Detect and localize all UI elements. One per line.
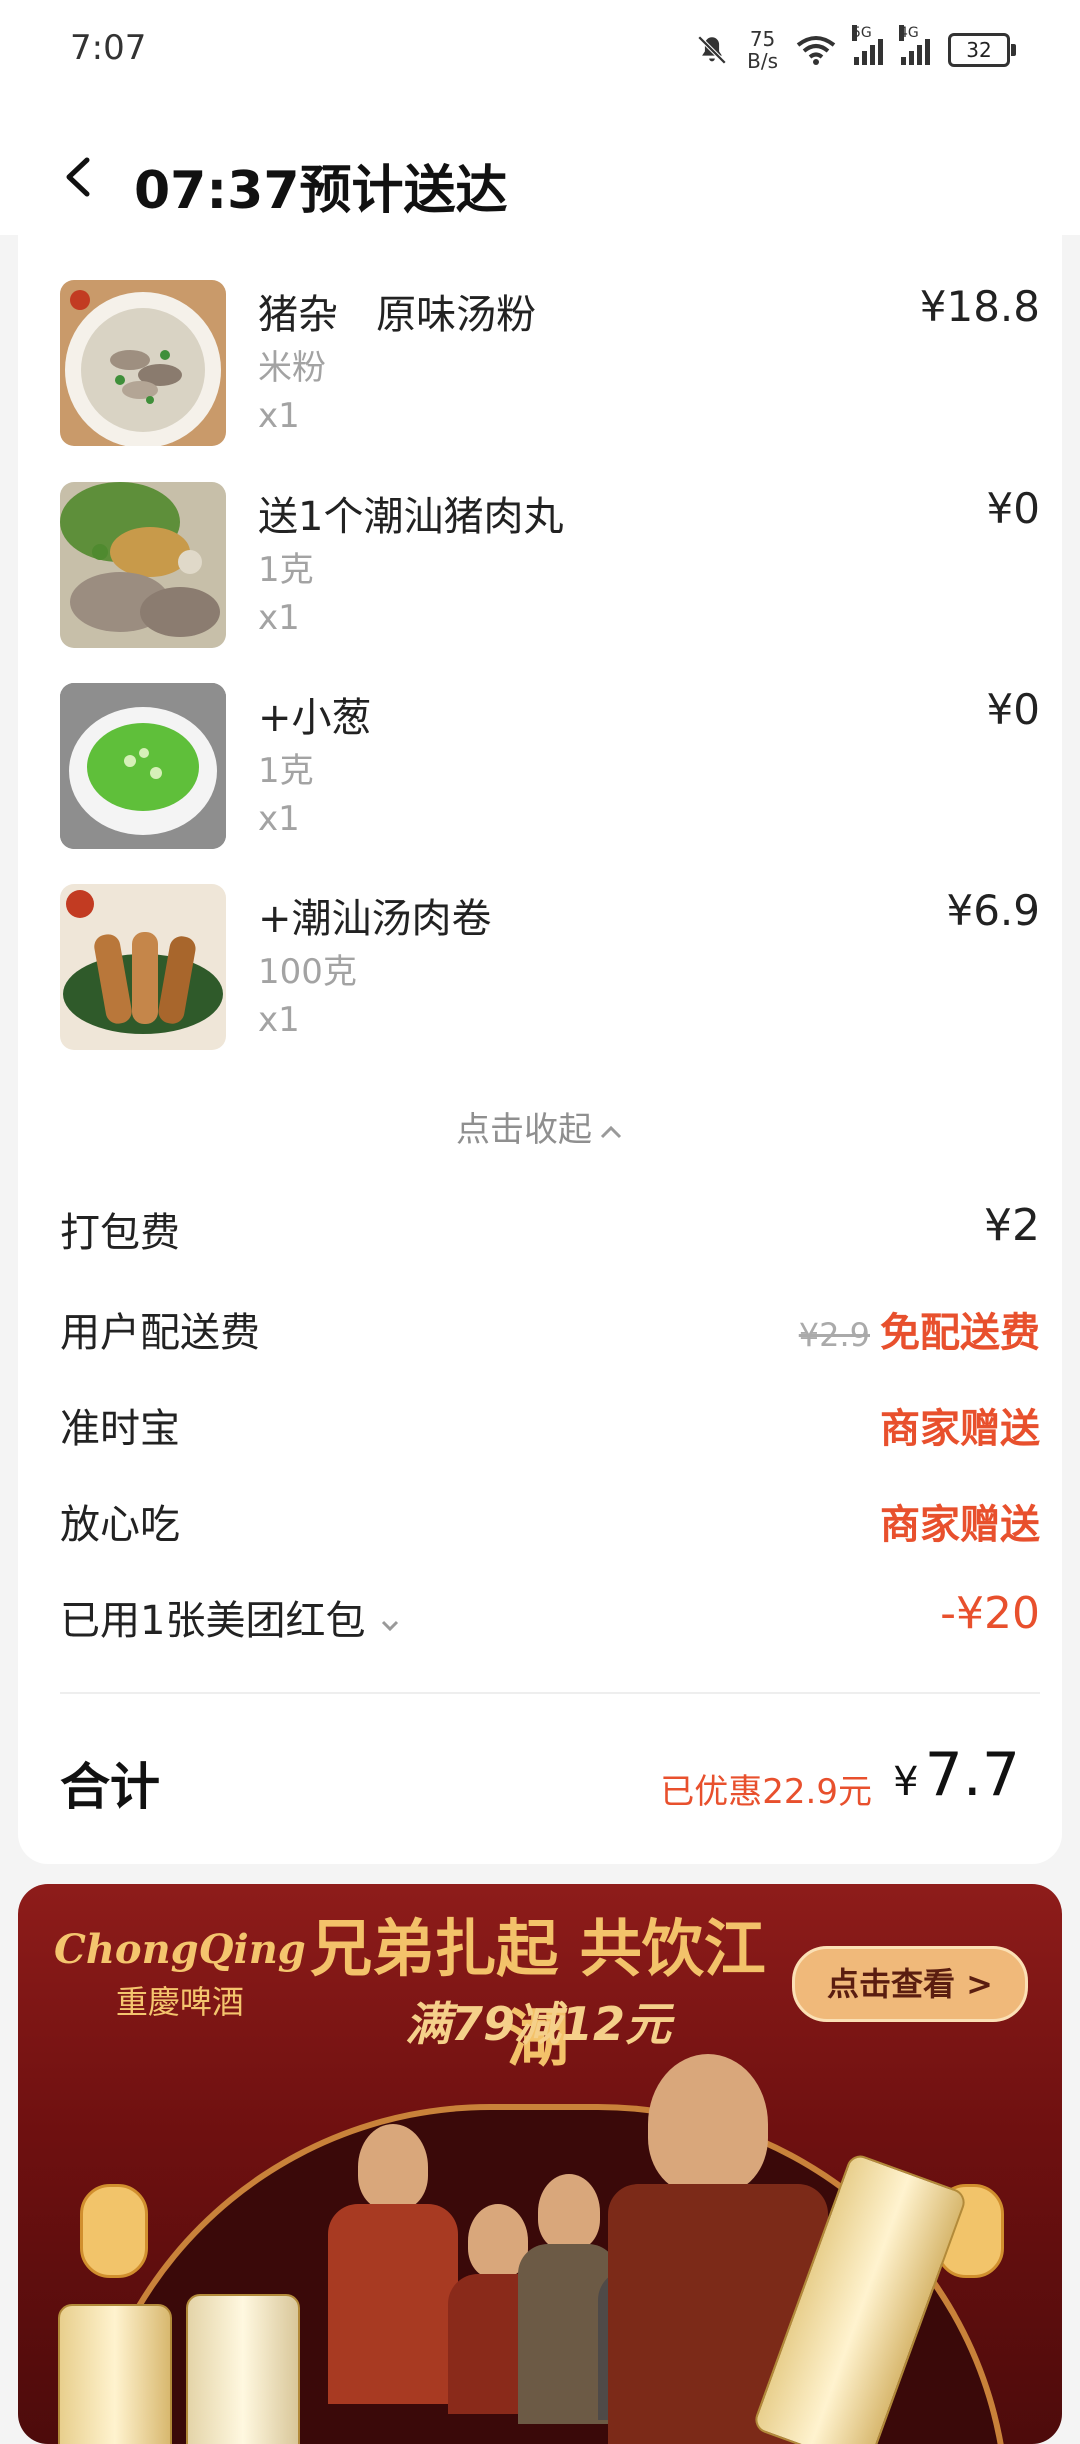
collapse-button[interactable]: 点击收起 xyxy=(18,1102,1062,1151)
divider xyxy=(60,1692,1040,1694)
food-thumbnail xyxy=(60,884,226,1050)
item-name: 送1个潮汕猪肉丸 xyxy=(258,494,564,540)
fee-value: ¥2 xyxy=(984,1200,1040,1251)
status-bar: 7:07 75 B/s 5G 4G 32 xyxy=(0,0,1080,100)
person-figure xyxy=(328,2204,458,2404)
order-item[interactable]: 送1个潮汕猪肉丸 1克 x1 ¥0 xyxy=(60,482,1040,652)
red-packet-label: 已用1张美团红包 xyxy=(60,1598,366,1644)
wifi-icon xyxy=(796,36,836,65)
beer-can-icon xyxy=(186,2294,300,2444)
person-figure xyxy=(538,2174,600,2250)
currency-symbol: ¥ xyxy=(893,1759,919,1805)
food-thumbnail xyxy=(60,280,226,446)
red-packet-row[interactable]: 已用1张美团红包 -¥20 xyxy=(60,1588,1040,1648)
net-speed: 75 B/s xyxy=(747,28,778,72)
total-amount: 7.7 xyxy=(924,1740,1020,1810)
signal-4g-icon: 4G xyxy=(899,25,930,65)
free-delivery-label: 免配送费 xyxy=(880,1310,1040,1356)
fee-label: 打包费 xyxy=(60,1210,180,1256)
view-ad-button[interactable]: 点击查看 > xyxy=(792,1946,1028,2022)
back-button[interactable] xyxy=(55,152,105,202)
beer-can-icon xyxy=(58,2304,172,2444)
item-quantity: x1 xyxy=(258,396,300,436)
header: 07:37预计送达 xyxy=(0,100,1080,235)
item-spec: 1克 xyxy=(258,751,314,791)
beer-ad-banner[interactable]: ChongQing 重慶啤酒 兄弟扎起 共饮江湖 满79减12元 点击查看 > xyxy=(18,1884,1062,2444)
signal-4g-label: 4G xyxy=(899,25,919,41)
order-card: 猪杂 原味汤粉 米粉 x1 ¥18.8 送1个潮汕猪肉丸 1克 x1 ¥0 +小… xyxy=(18,222,1062,1864)
collapse-label: 点击收起 xyxy=(456,1110,592,1150)
order-item[interactable]: +小葱 1克 x1 ¥0 xyxy=(60,683,1040,853)
brand-logo: ChongQing 重慶啤酒 xyxy=(54,1926,306,2023)
delivery-fee-row: 用户配送费 ¥2.9 免配送费 xyxy=(60,1300,1040,1360)
fee-value: ¥2.9 免配送费 xyxy=(799,1300,1040,1358)
item-quantity: x1 xyxy=(258,1000,300,1040)
lantern-icon xyxy=(80,2184,148,2278)
order-item[interactable]: 猪杂 原味汤粉 米粉 x1 ¥18.8 xyxy=(60,280,1040,450)
net-speed-unit: B/s xyxy=(747,49,778,73)
item-quantity: x1 xyxy=(258,598,300,638)
saved-amount: 已优惠22.9元 xyxy=(660,1772,872,1812)
item-name: +小葱 xyxy=(258,695,372,741)
item-price: ¥6.9 xyxy=(946,886,1040,935)
brand-name-cn: 重慶啤酒 xyxy=(115,1983,244,2021)
fee-value: 商家赠送 xyxy=(880,1406,1040,1452)
item-spec: 100克 xyxy=(258,952,357,992)
item-quantity: x1 xyxy=(258,799,300,839)
chevron-left-icon xyxy=(66,157,90,197)
item-price: ¥18.8 xyxy=(919,282,1040,331)
food-thumbnail xyxy=(60,683,226,849)
status-icons: 75 B/s 5G 4G 32 xyxy=(695,22,1016,78)
chevron-up-icon xyxy=(600,1125,622,1138)
fee-value: 商家赠送 xyxy=(880,1502,1040,1548)
fee-label: 放心吃 xyxy=(60,1502,180,1548)
item-spec: 米粉 xyxy=(258,348,326,388)
mute-bell-icon xyxy=(697,35,727,65)
fee-value: -¥20 xyxy=(940,1588,1040,1639)
total-value: ¥7.7 xyxy=(893,1740,1020,1810)
chevron-down-icon xyxy=(382,1620,399,1632)
ontime-row: 准时宝 商家赠送 xyxy=(60,1396,1040,1456)
fee-label: 用户配送费 xyxy=(60,1310,260,1356)
item-price: ¥0 xyxy=(986,685,1040,734)
net-speed-value: 75 xyxy=(749,27,776,51)
page-title: 07:37预计送达 xyxy=(134,161,508,221)
status-time: 7:07 xyxy=(70,28,147,68)
battery-icon: 32 xyxy=(948,33,1016,67)
item-name: +潮汕汤肉卷 xyxy=(258,896,492,942)
ad-promo: 满79减12元 xyxy=(404,1997,672,2051)
brand-name-en: ChongQing xyxy=(54,1926,306,1973)
signal-5g-icon: 5G xyxy=(852,25,883,65)
packing-fee-row: 打包费 ¥2 xyxy=(60,1200,1040,1260)
item-price: ¥0 xyxy=(986,484,1040,533)
safe-eat-row: 放心吃 商家赠送 xyxy=(60,1492,1040,1552)
item-name: 猪杂 原味汤粉 xyxy=(258,292,537,338)
fee-label: 准时宝 xyxy=(60,1406,180,1452)
order-item[interactable]: +潮汕汤肉卷 100克 x1 ¥6.9 xyxy=(60,884,1040,1054)
food-thumbnail xyxy=(60,482,226,648)
original-delivery-fee: ¥2.9 xyxy=(798,1316,870,1354)
signal-5g-label: 5G xyxy=(852,25,872,41)
total-label: 合计 xyxy=(60,1758,160,1816)
person-figure xyxy=(648,2054,768,2194)
fee-label: 已用1张美团红包 xyxy=(60,1588,402,1646)
person-figure xyxy=(358,2124,428,2210)
item-spec: 1克 xyxy=(258,550,314,590)
